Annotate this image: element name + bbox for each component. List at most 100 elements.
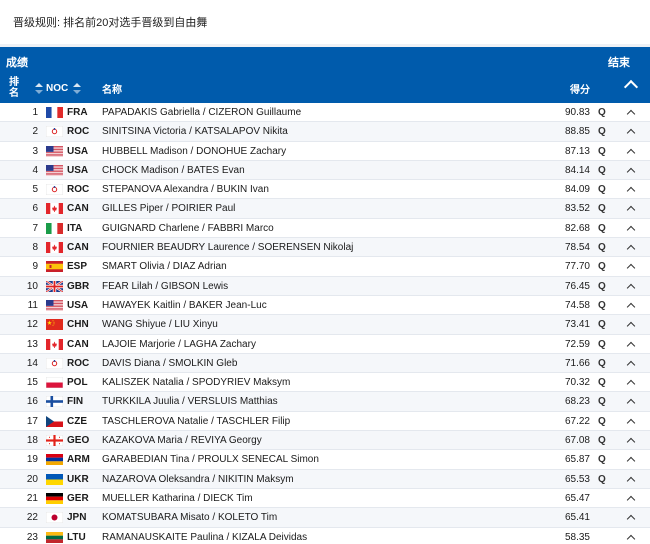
row-qualified-mark: Q <box>598 396 606 408</box>
row-qualified-mark: Q <box>598 338 606 350</box>
table-row[interactable]: 20 UKR NAZAROVA Oleksandra / NIKITIN Maksy… <box>0 469 650 489</box>
row-qualified-mark: Q <box>598 377 606 389</box>
column-header-noc[interactable]: NOC <box>46 73 82 103</box>
row-expand-icon[interactable] <box>626 418 636 427</box>
can-flag-icon <box>46 203 63 215</box>
row-noc: USA <box>67 145 89 157</box>
roc-flag-icon <box>46 126 63 138</box>
row-expand-icon[interactable] <box>626 457 636 466</box>
row-expand-icon[interactable] <box>626 167 636 177</box>
row-athlete-names: NAZAROVA Oleksandra / NIKITIN Maksym <box>102 473 294 485</box>
row-rank: 8 <box>32 242 38 254</box>
row-rank: 3 <box>32 145 38 157</box>
row-expand-icon[interactable] <box>626 341 636 350</box>
row-qualified-mark: Q <box>598 164 606 176</box>
sort-rank-icon[interactable] <box>30 73 43 103</box>
row-expand-icon[interactable] <box>626 186 636 196</box>
table-row[interactable]: 13 CAN LAJOIE Marjorie / LAGHA Zachary 72.5… <box>0 335 650 354</box>
table-row[interactable]: 2 ROC SINITSINA Victoria / KATSALAPOV Niki… <box>0 122 650 142</box>
results-title-bar: 成绩 结束 <box>0 47 650 73</box>
row-expand-icon[interactable] <box>626 283 636 292</box>
row-score: 84.14 <box>564 164 590 176</box>
column-header-rank[interactable]: 排名 <box>9 73 23 103</box>
table-row[interactable]: 7 ITA GUIGNARD Charlene / FABBRI Marco 82.6… <box>0 219 650 239</box>
arm-flag-icon <box>46 454 63 466</box>
row-score: 65.41 <box>564 512 590 524</box>
table-row[interactable]: 21 GER MUELLER Katharina / DIECK Tim 65.47 <box>0 489 650 509</box>
row-athlete-names: GUIGNARD Charlene / FABBRI Marco <box>102 222 274 234</box>
table-row[interactable]: 12 CHN WANG Shiyue / LIU Xinyu 73.41 Q <box>0 315 650 335</box>
table-row[interactable]: 6 CAN GILLES Piper / POIRIER Paul 83.52 Q <box>0 199 650 219</box>
row-expand-icon[interactable] <box>626 379 636 389</box>
jpn-flag-icon <box>46 512 63 524</box>
table-row[interactable]: 18 GEO KAZAKOVA Maria / REVIYA Georgy 67.08… <box>0 431 650 451</box>
table-row[interactable]: 4 USA CHOCK Madison / BATES Evan 84.14 Q <box>0 160 650 181</box>
row-athlete-names: MUELLER Katharina / DIECK Tim <box>102 492 253 504</box>
row-score: 67.22 <box>564 415 590 427</box>
row-score: 65.47 <box>564 492 590 504</box>
row-expand-icon[interactable] <box>626 514 636 524</box>
row-expand-icon[interactable] <box>626 360 636 370</box>
column-header-name[interactable]: 名称 <box>102 73 122 103</box>
table-row[interactable]: 19 ARM GARABEDIAN Tina / PROULX SENECAL Si… <box>0 450 650 470</box>
row-score: 65.53 <box>564 473 590 485</box>
row-rank: 9 <box>32 261 38 273</box>
row-expand-icon[interactable] <box>626 437 636 447</box>
table-row[interactable]: 8 CAN FOURNIER BEAUDRY Laurence / SOERENSE… <box>0 238 650 258</box>
row-rank: 21 <box>26 492 38 504</box>
row-noc: UKR <box>67 473 89 485</box>
table-row[interactable]: 14 ROC DAVIS Diana / SMOLKIN Gleb 71.66 Q <box>0 353 650 374</box>
table-row[interactable]: 16 FIN TURKKILA Juulia / VERSLUIS Matthias… <box>0 392 650 412</box>
row-athlete-names: KALISZEK Natalia / SPODYRIEV Maksym <box>102 377 291 389</box>
row-noc: GER <box>67 492 89 504</box>
row-noc: CZE <box>67 415 87 427</box>
ger-flag-icon <box>46 492 63 504</box>
table-header: 排名 NOC 名称 得分 <box>0 73 650 103</box>
gbr-flag-icon <box>46 280 63 292</box>
row-expand-icon[interactable] <box>626 534 636 543</box>
row-noc: CHN <box>67 319 89 331</box>
qualification-note: 晋级规则: 排名前20对选手晋级到自由舞 <box>13 17 208 29</box>
collapse-all-icon[interactable] <box>623 79 639 95</box>
row-rank: 2 <box>32 126 38 138</box>
row-athlete-names: SINITSINA Victoria / KATSALAPOV Nikita <box>102 126 288 138</box>
row-expand-icon[interactable] <box>626 225 636 235</box>
roc-flag-icon <box>46 184 63 196</box>
table-row[interactable]: 3 USA HUBBELL Madison / DONOHUE Zachary 87.… <box>0 142 650 161</box>
row-rank: 23 <box>26 531 38 543</box>
row-qualified-mark: Q <box>598 242 606 254</box>
row-expand-icon[interactable] <box>626 206 636 215</box>
row-expand-icon[interactable] <box>626 322 636 331</box>
column-header-score[interactable]: 得分 <box>570 73 590 103</box>
row-expand-icon[interactable] <box>626 129 636 138</box>
row-noc: CAN <box>67 242 89 254</box>
row-athlete-names: TURKKILA Juulia / VERSLUIS Matthias <box>102 396 278 408</box>
row-expand-icon[interactable] <box>626 495 636 505</box>
row-expand-icon[interactable] <box>626 148 636 157</box>
row-expand-icon[interactable] <box>626 109 636 119</box>
table-row[interactable]: 9 ESP SMART Olivia / DIAZ Adrian 77.70 Q <box>0 257 650 277</box>
row-expand-icon[interactable] <box>626 399 636 408</box>
table-row[interactable]: 11 USA HAWAYEK Kaitlin / BAKER Jean-Luc 74.… <box>0 296 650 316</box>
row-score: 77.70 <box>564 261 590 273</box>
table-row[interactable]: 5 ROC STEPANOVA Alexandra / BUKIN Ivan 84.0… <box>0 180 650 200</box>
row-noc: ROC <box>67 126 90 138</box>
row-score: 90.83 <box>564 107 590 118</box>
table-row[interactable]: 15 POL KALISZEK Natalia / SPODYRIEV Maksym… <box>0 373 650 393</box>
row-rank: 14 <box>26 357 38 369</box>
row-score: 84.09 <box>564 184 590 196</box>
row-qualified-mark: Q <box>598 261 606 273</box>
table-row[interactable]: 22 JPN KOMATSUBARA Misato / KOLETO Tim 65.4… <box>0 508 650 528</box>
table-row[interactable]: 17 CZE TASCHLEROVA Natalie / TASCHLER Fili… <box>0 412 650 432</box>
cze-flag-icon <box>46 415 63 427</box>
row-rank: 13 <box>26 338 38 350</box>
row-expand-icon[interactable] <box>626 476 636 485</box>
table-row[interactable]: 10 GBR FEAR Lilah / GIBSON Lewis 76.45 Q <box>0 276 650 296</box>
table-row[interactable]: 1 FRA PAPADAKIS Gabriella / CIZERON Guilla… <box>0 103 650 123</box>
row-athlete-names: RAMANAUSKAITE Paulina / KIZALA Deividas <box>102 531 308 543</box>
row-expand-icon[interactable] <box>626 302 636 312</box>
row-expand-icon[interactable] <box>626 264 636 273</box>
table-row[interactable]: 23 LTU RAMANAUSKAITE Paulina / KIZALA Deiv… <box>0 528 650 544</box>
event-status: 结束 <box>608 57 630 69</box>
row-expand-icon[interactable] <box>626 244 636 254</box>
